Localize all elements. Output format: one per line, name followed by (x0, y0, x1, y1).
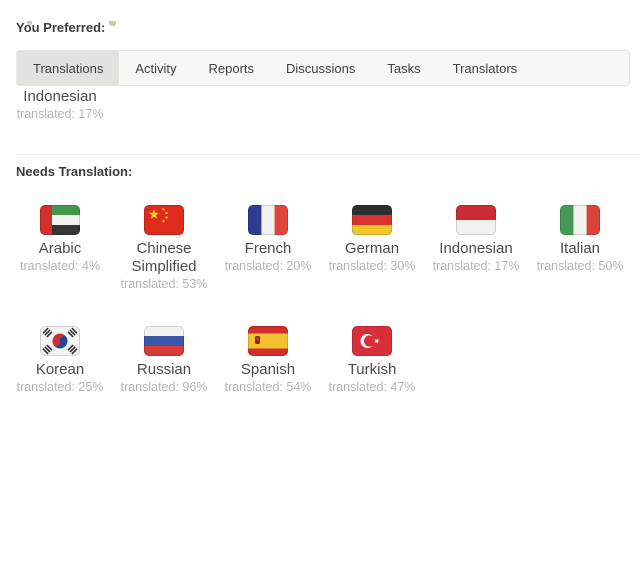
translated-percent: translated: 54% (224, 380, 312, 394)
indonesia-flag-icon (456, 205, 496, 235)
tab-reports[interactable]: Reports (193, 51, 271, 85)
language-card-chinese-simplified[interactable]: Chinese Simplified translated: 53% (112, 205, 216, 292)
cropped-text-fragment (27, 21, 32, 25)
tab-tasks[interactable]: Tasks (371, 51, 436, 85)
turkey-flag-icon (352, 326, 392, 356)
translated-percent: translated: 96% (120, 380, 208, 394)
language-name: Chinese Simplified (131, 240, 197, 275)
language-card-arabic[interactable]: Arabic translated: 4% (8, 205, 112, 274)
section-divider (16, 154, 640, 155)
translated-percent: translated: 4% (20, 259, 100, 273)
uae-flag-icon (40, 205, 80, 235)
tab-bar: Translations Activity Reports Discussions Ta… (16, 50, 630, 86)
tab-activity[interactable]: Activity (119, 51, 192, 85)
language-name: Indonesian (23, 88, 97, 105)
language-name: Arabic (38, 240, 82, 257)
germany-flag-icon (352, 205, 392, 235)
translated-percent: translated: 20% (224, 259, 312, 273)
language-card-french[interactable]: French translated: 20% (216, 205, 320, 274)
language-name: Korean (35, 361, 85, 378)
language-card-italian[interactable]: Italian translated: 50% (528, 205, 632, 274)
translated-percent: translated: 30% (328, 259, 416, 273)
translated-percent: translated: 47% (328, 380, 416, 394)
language-card-turkish[interactable]: Turkish translated: 47% (320, 326, 424, 395)
france-flag-icon (248, 205, 288, 235)
spain-flag-icon (248, 326, 288, 356)
language-name: Italian (559, 240, 601, 257)
cropped-text-fragment (109, 21, 116, 26)
project-page: Translations Activity Reports Discussions Ta… (0, 21, 640, 584)
language-name: Russian (136, 361, 192, 378)
needs-translation-heading: Needs Translation: (16, 164, 133, 179)
translated-percent: translated: 17% (432, 259, 520, 273)
tab-translators[interactable]: Translators (437, 51, 534, 85)
language-name: German (344, 240, 400, 257)
language-name: Turkish (347, 361, 397, 378)
russia-flag-icon (144, 326, 184, 356)
translated-percent: translated: 53% (120, 277, 208, 291)
language-card-german[interactable]: German translated: 30% (320, 205, 424, 274)
china-flag-icon (144, 205, 184, 235)
translated-percent: translated: 50% (536, 259, 624, 273)
language-name: Indonesian (439, 240, 513, 257)
needs-translation-languages: Arabic translated: 4% Chinese Simplified t… (8, 205, 640, 395)
language-card-korean[interactable]: Korean translated: 25% (8, 326, 112, 395)
tab-discussions[interactable]: Discussions (270, 51, 371, 85)
language-name: Spanish (240, 361, 296, 378)
cropped-header-text (0, 21, 640, 28)
south-korea-flag-icon (40, 326, 80, 356)
translated-percent: translated: 17% (16, 107, 104, 121)
language-card-russian[interactable]: Russian translated: 96% (112, 326, 216, 395)
tab-translations[interactable]: Translations (17, 51, 120, 85)
italy-flag-icon (560, 205, 600, 235)
language-name: French (244, 240, 292, 257)
translated-percent: translated: 25% (16, 380, 104, 394)
language-card-spanish[interactable]: Spanish translated: 54% (216, 326, 320, 395)
language-card-indonesian[interactable]: Indonesian translated: 17% (424, 205, 528, 274)
